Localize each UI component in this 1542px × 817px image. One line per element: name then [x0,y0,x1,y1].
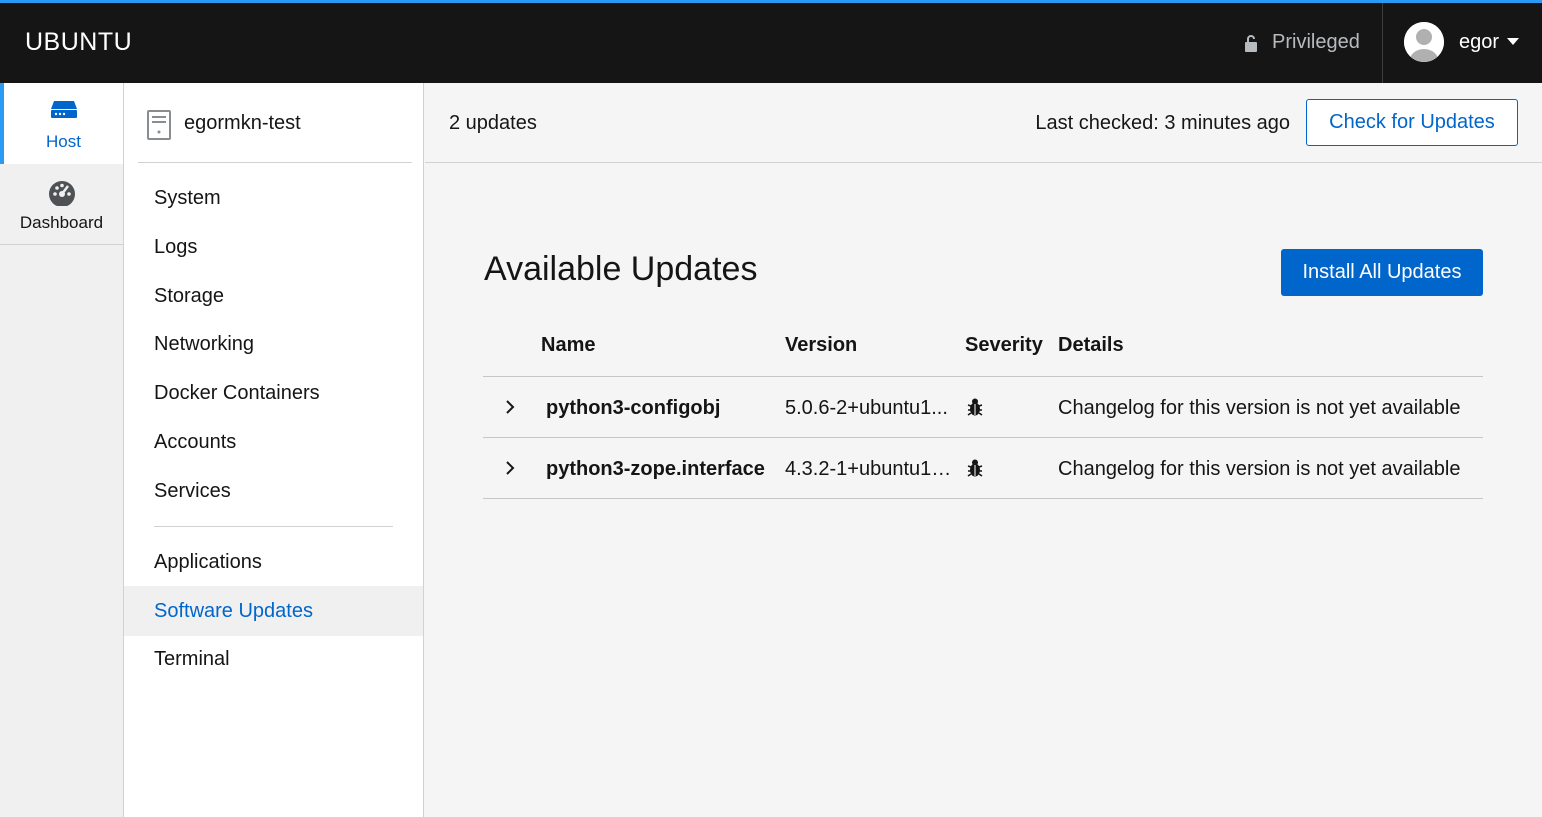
menu-item-software-updates[interactable]: Software Updates [124,586,423,636]
user-name: egor [1459,30,1500,53]
nav-host-label: Host [46,132,81,151]
column-header-name[interactable]: Name [541,334,595,357]
chevron-right-icon[interactable] [505,399,515,415]
menu-item-accounts[interactable]: Accounts [124,417,423,467]
table-row[interactable]: python3-zope.interface 4.3.2-1+ubuntu18.… [483,438,1483,499]
server-icon [50,101,77,118]
host-menu: egormkn-test System Logs Storage Network… [124,83,424,817]
menu-divider [154,526,393,527]
menu-item-logs[interactable]: Logs [124,222,423,272]
page-title: Available Updates [484,250,758,288]
install-all-updates-button[interactable]: Install All Updates [1281,249,1483,296]
table-row[interactable]: python3-configobj 5.0.6-2+ubuntu1... Cha… [483,377,1483,438]
menu-item-services[interactable]: Services [124,466,423,516]
updates-header: 2 updates Last checked: 3 minutes ago Ch… [425,83,1542,163]
nav-dashboard-label: Dashboard [19,213,104,232]
top-bar: UBUNTU Privileged egor [0,0,1542,83]
unlock-icon [1245,34,1257,52]
privileged-indicator[interactable]: Privileged [1244,31,1360,54]
menu-item-system[interactable]: System [124,173,423,223]
package-name: python3-configobj [546,397,721,419]
avatar [1404,22,1444,62]
dashboard-gauge-icon [48,181,75,206]
package-version: 5.0.6-2+ubuntu1... [785,397,948,419]
menu-item-applications[interactable]: Applications [124,537,423,587]
last-checked-text: Last checked: 3 minutes ago [1035,112,1290,134]
bug-icon [967,459,983,477]
nav-host[interactable]: Host [0,83,123,164]
column-header-version[interactable]: Version [785,334,857,357]
user-menu[interactable]: egor [1404,22,1520,62]
host-name: egormkn-test [184,112,301,134]
column-header-details[interactable]: Details [1058,334,1124,357]
check-for-updates-button[interactable]: Check for Updates [1306,99,1518,146]
host-header: egormkn-test [138,83,412,163]
server-document-icon [147,110,171,140]
caret-down-icon [1507,38,1520,45]
update-count: 2 updates [449,112,537,134]
package-version: 4.3.2-1+ubuntu18... [785,458,953,480]
column-header-severity[interactable]: Severity [965,334,1043,357]
menu-item-networking[interactable]: Networking [124,319,423,369]
nav-dashboard[interactable]: Dashboard [0,164,123,245]
menu-item-storage[interactable]: Storage [124,271,423,321]
chevron-right-icon[interactable] [505,460,515,476]
menu-item-docker-containers[interactable]: Docker Containers [124,368,423,418]
topbar-divider [1382,3,1383,83]
bug-icon [967,398,983,416]
primary-nav: Host Dashboard [0,83,124,817]
package-details: Changelog for this version is not yet av… [1058,397,1461,419]
menu-item-terminal[interactable]: Terminal [124,634,423,684]
package-name: python3-zope.interface [546,458,765,480]
privileged-label: Privileged [1272,31,1360,53]
package-details: Changelog for this version is not yet av… [1058,458,1461,480]
brand-title: UBUNTU [25,28,133,56]
